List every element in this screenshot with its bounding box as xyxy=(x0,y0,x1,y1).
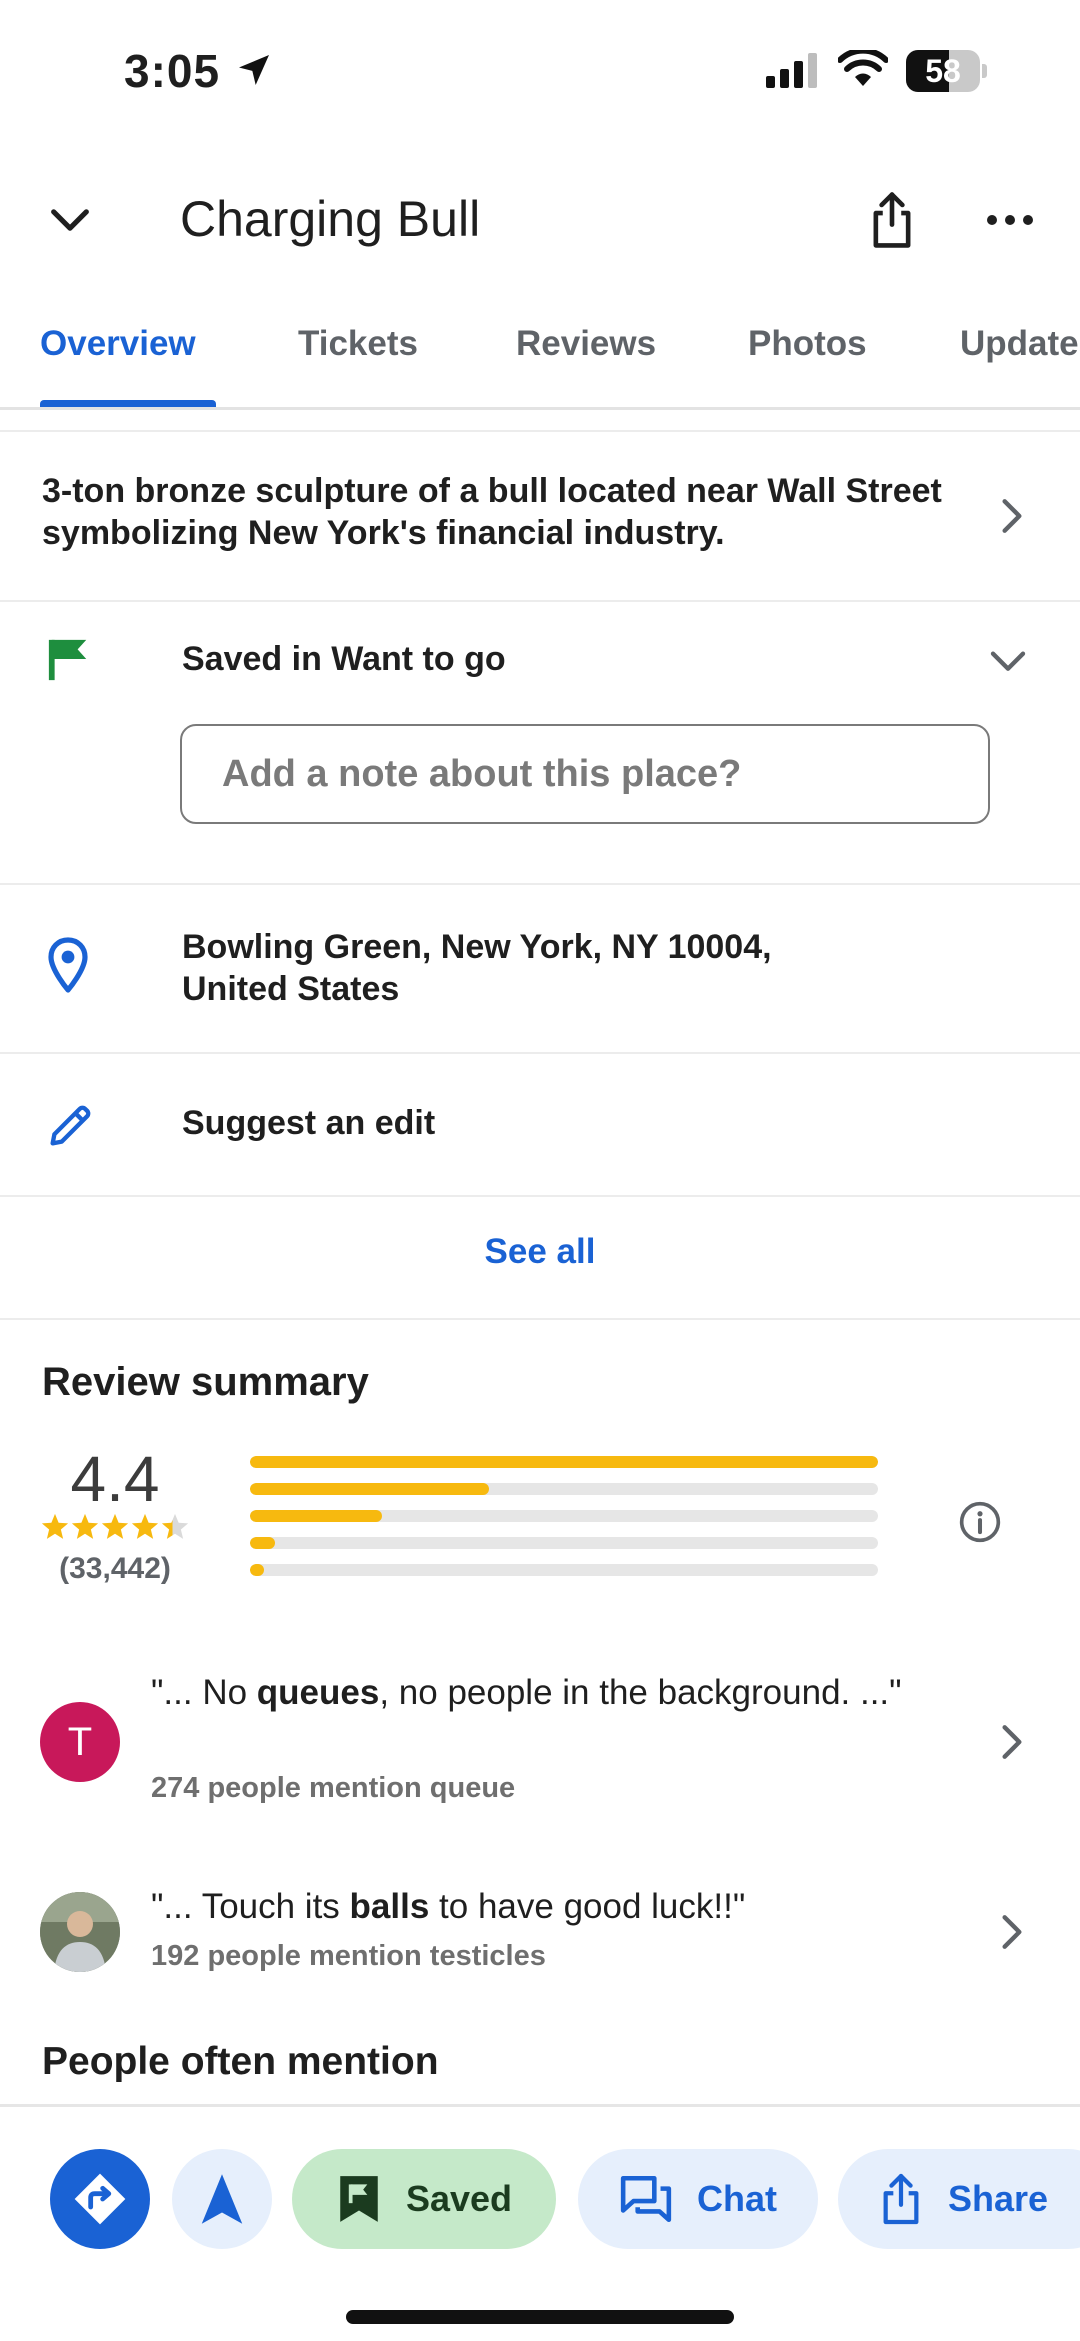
people-often-mention-title: People often mention xyxy=(42,2040,439,2083)
signal-icon xyxy=(766,53,817,88)
average-rating: 4.4 xyxy=(70,1443,160,1515)
more-options-button[interactable] xyxy=(970,180,1050,260)
note-input[interactable] xyxy=(180,724,990,824)
review-count: (33,442) xyxy=(59,1552,171,1585)
rating-bar-4-star xyxy=(250,1483,878,1495)
star-icon xyxy=(101,1513,129,1539)
page-title: Charging Bull xyxy=(180,191,481,247)
collapse-button[interactable] xyxy=(30,180,110,260)
rating-bar-3-star xyxy=(250,1510,878,1522)
suggest-edit-link[interactable]: Suggest an edit xyxy=(182,1104,435,1143)
tab-tickets[interactable]: Tickets xyxy=(298,324,418,364)
rating-bar-5-star xyxy=(250,1456,878,1468)
review-summary-title: Review summary xyxy=(42,1360,369,1404)
battery-icon: 58 xyxy=(906,50,987,92)
share-button-label: Share xyxy=(948,2178,1049,2219)
wifi-icon xyxy=(838,50,888,86)
navigation-icon xyxy=(201,2174,243,2224)
saved-list-label[interactable]: Saved in Want to go xyxy=(182,640,506,679)
share-button[interactable] xyxy=(852,180,932,260)
mention-count: 192 people mention testicles xyxy=(151,1940,546,1972)
info-icon[interactable] xyxy=(958,1500,1002,1544)
chevron-right-icon xyxy=(1002,1725,1022,1759)
status-time: 3:05 xyxy=(124,45,221,97)
location-arrow-icon xyxy=(239,55,269,85)
chevron-right-icon xyxy=(1002,1915,1022,1949)
tab-bar: Overview Tickets Reviews Photos Updates xyxy=(0,300,1080,410)
bookmark-flag-icon xyxy=(340,2176,378,2222)
chat-icon xyxy=(620,2175,672,2223)
active-tab-indicator xyxy=(40,400,216,407)
see-all-button[interactable]: See all xyxy=(0,1232,1080,1272)
directions-button[interactable] xyxy=(50,2149,150,2249)
pin-icon xyxy=(48,937,88,993)
chevron-down-icon xyxy=(51,209,89,231)
home-indicator xyxy=(346,2310,734,2324)
chevron-right-icon xyxy=(1002,499,1022,533)
divider xyxy=(0,600,1080,602)
chat-button[interactable]: Chat xyxy=(578,2149,818,2249)
start-navigation-button[interactable] xyxy=(172,2149,272,2249)
rating-bar-2-star xyxy=(250,1537,878,1549)
rating-distribution xyxy=(250,1456,878,1591)
share-icon xyxy=(873,192,911,248)
flag-icon xyxy=(48,639,87,681)
star-icon xyxy=(41,1513,69,1539)
more-icon xyxy=(987,215,1033,225)
divider xyxy=(0,430,1080,432)
rating-bar-fill xyxy=(250,1510,382,1522)
star-icon xyxy=(161,1513,189,1539)
divider xyxy=(0,1195,1080,1197)
rating-bar-fill xyxy=(250,1564,264,1576)
action-bar: Saved Chat Share xyxy=(0,2104,1080,2341)
divider xyxy=(0,1318,1080,1320)
tab-updates[interactable]: Updates xyxy=(960,324,1080,364)
tab-overview[interactable]: Overview xyxy=(40,324,196,364)
saved-button-label: Saved xyxy=(405,2178,513,2219)
divider xyxy=(0,1052,1080,1054)
tab-photos[interactable]: Photos xyxy=(748,324,867,364)
place-description[interactable]: 3-ton bronze sculpture of a bull located… xyxy=(42,470,942,554)
battery-level: 58 xyxy=(925,53,961,89)
status-bar: 3:05 58 xyxy=(0,0,1080,140)
tab-reviews[interactable]: Reviews xyxy=(516,324,656,364)
saved-button[interactable]: Saved xyxy=(292,2149,556,2249)
review-snippet-quote[interactable]: "... Touch its balls to have good luck!!… xyxy=(151,1886,951,1928)
rating-bar-fill xyxy=(250,1483,489,1495)
review-snippet-quote[interactable]: "... No queues, no people in the backgro… xyxy=(151,1672,951,1714)
mention-count: 274 people mention queue xyxy=(151,1772,516,1804)
chevron-down-icon[interactable] xyxy=(988,648,1028,676)
share-icon xyxy=(883,2173,919,2225)
star-icon xyxy=(131,1513,159,1539)
star-icon xyxy=(71,1513,99,1539)
address-line-1: Bowling Green, New York, NY 10004, xyxy=(182,928,772,966)
divider xyxy=(0,883,1080,885)
pencil-icon xyxy=(50,1105,91,1146)
rating-stars xyxy=(40,1512,190,1542)
place-header: Charging Bull xyxy=(0,160,1080,280)
address-line-2: United States xyxy=(182,970,400,1008)
address[interactable]: Bowling Green, New York, NY 10004, Unite… xyxy=(182,926,772,1010)
rating-bar-1-star xyxy=(250,1564,878,1576)
directions-icon xyxy=(74,2173,126,2225)
place-details-screen: 3:05 58 Charging Bull Overview Tickets R… xyxy=(0,0,1080,2341)
avatar: T xyxy=(40,1702,120,1782)
chat-button-label: Chat xyxy=(697,2178,777,2219)
share-action-button[interactable]: Share xyxy=(838,2149,1080,2249)
rating-bar-fill xyxy=(250,1537,275,1549)
avatar xyxy=(40,1892,120,1972)
rating-bar-fill xyxy=(250,1456,878,1468)
